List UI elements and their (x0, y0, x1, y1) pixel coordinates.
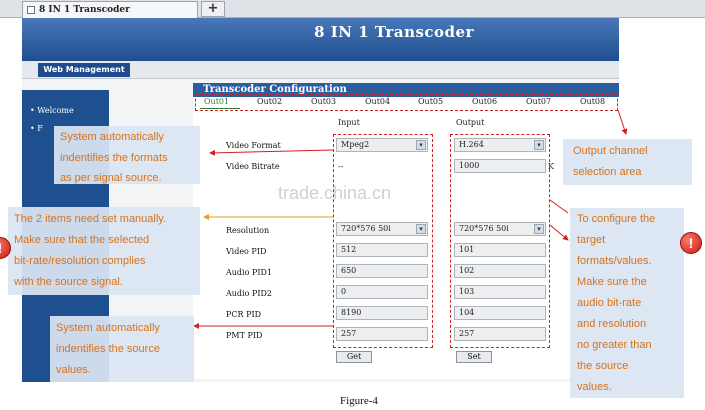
callout-line: indentifies the source (56, 343, 160, 355)
callout-line: target (577, 234, 606, 246)
browser-tab[interactable]: 8 IN 1 Transcoder (22, 1, 198, 18)
arrow-output-channel (617, 109, 628, 135)
video-pid-label: Video PID (226, 247, 267, 256)
callout-output-channel: Output channel selection area (563, 139, 692, 185)
callout-line: audio bit-rate (577, 297, 642, 309)
video-bitrate-label: Video Bitrate (226, 162, 280, 171)
callout-line: the source (577, 360, 629, 372)
audio-pid2-label: Audio PID2 (226, 289, 273, 298)
web-management-button[interactable]: Web Management (38, 63, 130, 77)
input-column-highlight (333, 134, 433, 348)
figure-caption: Figure-4 (340, 395, 378, 407)
warning-icon: ! (680, 232, 702, 254)
callout-line: no greater than (577, 339, 652, 351)
set-button[interactable]: Set (456, 351, 492, 363)
callout-line: To configure the (577, 213, 656, 225)
output-column-highlight (450, 134, 550, 348)
sidebar-item-welcome[interactable]: • Welcome (30, 106, 74, 115)
pcr-pid-label: PCR PID (226, 310, 262, 319)
callout-auto-source-values: System automatically indentifies the sou… (50, 316, 194, 382)
browser-tab-bar: 8 IN 1 Transcoder + (0, 0, 705, 18)
callout-line: Output channel (573, 145, 648, 157)
page-icon (27, 6, 35, 14)
watermark: trade.china.cn (278, 183, 392, 203)
resolution-label: Resolution (226, 226, 270, 235)
callout-target-formats: To configure the target formats/values. … (570, 208, 684, 398)
callout-line: and resolution (577, 318, 647, 330)
page-header: 8 IN 1 Transcoder (22, 18, 619, 61)
callout-line: Make sure that the selected (14, 234, 150, 246)
output-column-header: Output (456, 118, 485, 127)
input-column-header: Input (338, 118, 360, 127)
video-format-label: Video Format (226, 141, 281, 150)
callout-line: with the source signal. (14, 276, 123, 288)
pmt-pid-label: PMT PID (226, 331, 263, 340)
output-tabs-highlight (195, 94, 618, 111)
callout-line: values. (56, 364, 91, 376)
callout-line: indentifies the formats (60, 152, 168, 164)
callout-line: formats/values. (577, 255, 652, 267)
callout-line: The 2 items need set manually. (14, 213, 167, 225)
callout-line: System automatically (60, 131, 164, 143)
callout-line: bit-rate/resolution complies (14, 255, 146, 267)
callout-line: values. (577, 381, 612, 393)
callout-manual-items: The 2 items need set manually. Make sure… (8, 207, 200, 295)
audio-pid1-label: Audio PID1 (226, 268, 273, 277)
new-tab-button[interactable]: + (201, 1, 225, 17)
callout-auto-formats: System automatically indentifies the for… (54, 126, 200, 184)
get-button[interactable]: Get (336, 351, 372, 363)
callout-line: Make sure the (577, 276, 647, 288)
page-title: 8 IN 1 Transcoder (314, 23, 474, 41)
sidebar-item-f[interactable]: • F (30, 124, 43, 133)
callout-line: System automatically (56, 322, 160, 334)
callout-line: as per signal source. (60, 172, 162, 184)
callout-line: selection area (573, 166, 642, 178)
browser-tab-title: 8 IN 1 Transcoder (39, 5, 130, 15)
menu-bar: Web Management (22, 61, 619, 79)
